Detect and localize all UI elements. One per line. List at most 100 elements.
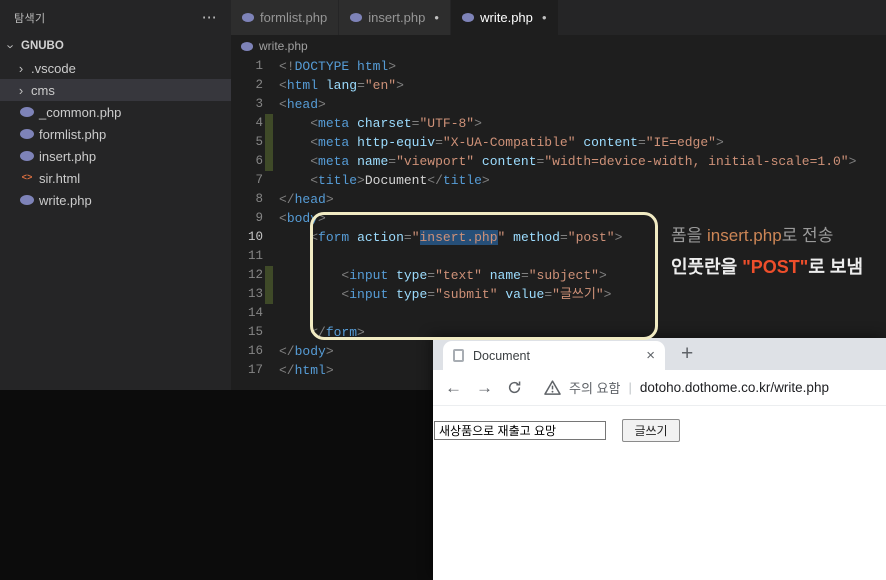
tree-file-sir-html[interactable]: <> sir.html <box>0 167 231 189</box>
line-number: 16 <box>247 344 263 358</box>
code-line[interactable]: 1 <!DOCTYPE html> <box>231 57 886 76</box>
browser-tab-document[interactable]: Document × <box>443 341 665 370</box>
tab-label: insert.php <box>368 10 426 25</box>
tree-folder-vscode[interactable]: › .vscode <box>0 57 231 79</box>
tab-formlist-php[interactable]: formlist.php <box>231 0 340 35</box>
tree-file-write-php[interactable]: write.php <box>0 189 231 211</box>
file-label: insert.php <box>39 148 97 164</box>
tab-write-php[interactable]: write.php ● <box>451 0 559 35</box>
code-line[interactable]: 6 <meta name="viewport" content="width=d… <box>231 152 886 171</box>
code-token: " <box>411 230 420 245</box>
subject-input[interactable] <box>434 421 606 440</box>
chevron-down-icon: › <box>3 43 19 49</box>
git-gutter-marker <box>265 361 273 380</box>
code-token: Document <box>364 173 428 188</box>
code-token: > <box>598 268 607 283</box>
breadcrumb[interactable]: write.php <box>231 35 886 57</box>
code-token: < <box>279 211 287 226</box>
modified-dot-icon[interactable]: ● <box>434 13 439 22</box>
explorer-title: 탐색기 <box>14 12 46 25</box>
new-tab-button[interactable]: + <box>681 343 693 364</box>
code-text: <title>Document</title> <box>273 171 490 190</box>
modified-dot-icon[interactable]: ● <box>542 13 547 22</box>
code-token: html <box>294 363 326 378</box>
annotation-text: 로 보냄 <box>808 257 864 277</box>
code-token: "width=device-width, initial-scale=1.0" <box>544 154 849 169</box>
code-token: lang <box>325 78 358 93</box>
code-token: > <box>603 287 612 302</box>
code-token: < <box>310 116 319 131</box>
code-line[interactable]: 14 <box>231 304 886 323</box>
line-number: 17 <box>247 363 263 377</box>
tree-root-gnubo[interactable]: › GNUBO <box>0 35 231 57</box>
php-icon <box>350 13 363 22</box>
code-token: http-equiv <box>357 135 436 150</box>
annotation-text: 폼을 <box>671 226 708 245</box>
forward-button[interactable]: → <box>476 379 493 396</box>
annotation-text: insert.php <box>707 226 782 245</box>
close-icon[interactable]: × <box>646 348 655 363</box>
breadcrumb-label: write.php <box>259 39 308 53</box>
tree-folder-cms[interactable]: › cms <box>0 79 231 101</box>
code-token: = <box>403 230 412 245</box>
code-token: = <box>427 268 436 283</box>
code-token: value <box>505 287 545 302</box>
line-number: 1 <box>255 59 263 73</box>
warning-icon <box>544 380 561 395</box>
tab-label: write.php <box>480 10 533 25</box>
code-token: "en" <box>364 78 397 93</box>
address-url[interactable]: dotoho.dothome.co.kr/write.php <box>640 380 829 395</box>
code-line[interactable]: 2 <html lang="en"> <box>231 76 886 95</box>
code-token: name <box>357 154 389 169</box>
tab-insert-php[interactable]: insert.php ● <box>339 0 452 35</box>
git-gutter-marker <box>265 152 273 171</box>
git-gutter-marker <box>265 285 273 304</box>
code-token: meta <box>318 135 350 150</box>
editor-group: formlist.php insert.php ● write.php ● wr… <box>231 0 886 390</box>
code-line[interactable]: 7 <title>Document</title> <box>231 171 886 190</box>
chevron-right-icon: › <box>18 60 24 76</box>
line-number: 9 <box>255 211 263 225</box>
code-token: </ <box>279 192 295 207</box>
code-line[interactable]: 4 <meta charset="UTF-8"> <box>231 114 886 133</box>
explorer-header: 탐색기 ⋯ <box>0 0 231 35</box>
reload-button[interactable] <box>507 380 522 395</box>
code-line[interactable]: 5 <meta http-equiv="X-UA-Compatible" con… <box>231 133 886 152</box>
code-text: <input type="submit" value="글쓰기"> <box>273 285 611 304</box>
tree-file-common-php[interactable]: _common.php <box>0 101 231 123</box>
code-token: < <box>310 173 319 188</box>
code-token: > <box>848 154 857 169</box>
code-token: "post" <box>567 230 615 245</box>
git-gutter-marker <box>265 209 273 228</box>
code-text: <!DOCTYPE html> <box>273 57 396 76</box>
code-token: input <box>349 287 389 302</box>
folder-label: cms <box>31 82 55 98</box>
code-line[interactable]: 8 </head> <box>231 190 886 209</box>
tree-file-formlist-php[interactable]: formlist.php <box>0 123 231 145</box>
line-number: 10 <box>247 230 263 244</box>
code-line[interactable]: 13 <input type="submit" value="글쓰기"> <box>231 285 886 304</box>
code-line[interactable]: 3 <head> <box>231 95 886 114</box>
code-token: </ <box>279 344 295 359</box>
code-text: <body> <box>273 209 326 228</box>
site-security[interactable]: 주의 요함 | dotoho.dothome.co.kr/write.php <box>544 378 829 397</box>
more-actions-icon[interactable]: ⋯ <box>202 10 217 25</box>
code-token: = <box>435 135 443 150</box>
submit-button[interactable]: 글쓰기 <box>622 419 680 442</box>
code-token: form <box>325 325 358 340</box>
browser-window: Document × + ← → 주의 요함 | dotoho.dothome.… <box>433 338 886 580</box>
code-token: = <box>559 230 568 245</box>
tree-file-insert-php[interactable]: insert.php <box>0 145 231 167</box>
code-token: "UTF-8" <box>419 116 475 131</box>
back-button[interactable]: ← <box>445 379 462 396</box>
git-gutter-marker <box>265 57 273 76</box>
php-icon <box>242 13 254 22</box>
git-gutter-marker <box>265 323 273 342</box>
explorer-sidebar: 탐색기 ⋯ › GNUBO › .vscode › cms _common.ph… <box>0 0 231 390</box>
code-token: < <box>310 230 319 245</box>
php-icon <box>20 129 34 139</box>
annotation-text: "POST" <box>742 257 809 277</box>
